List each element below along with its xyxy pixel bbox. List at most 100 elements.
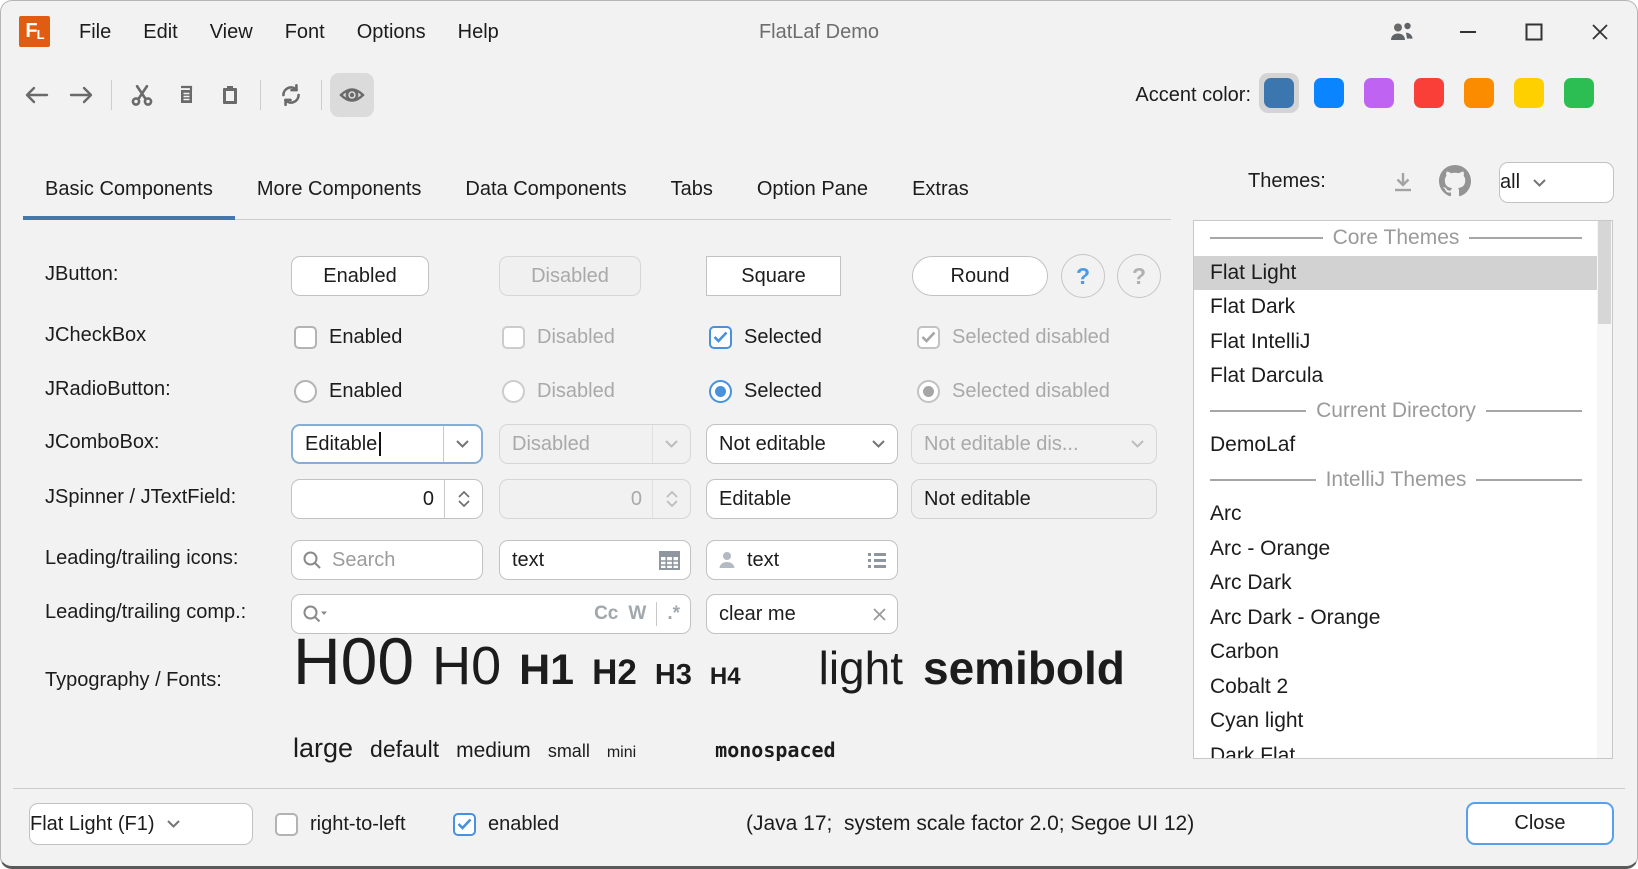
combobox-editable[interactable]: Editable (291, 424, 483, 464)
tab-tabs[interactable]: Tabs (649, 159, 735, 219)
accent-swatch-color[interactable] (1514, 78, 1544, 108)
checkbox-box[interactable] (294, 326, 317, 349)
tab-basic-components[interactable]: Basic Components (23, 159, 235, 219)
round-button[interactable]: Round (912, 256, 1048, 296)
menu-file[interactable]: File (63, 21, 127, 44)
theme-group-intellij-themes: IntelliJ Themes (1194, 463, 1598, 498)
theme-item-cobalt-2[interactable]: Cobalt 2 (1194, 670, 1598, 705)
users-icon[interactable] (1369, 1, 1435, 63)
accent-swatch-color[interactable] (1564, 78, 1594, 108)
chevron-down-icon[interactable] (859, 425, 897, 463)
search-field[interactable]: Search (291, 540, 483, 580)
size-default: default (370, 736, 439, 763)
menu-help[interactable]: Help (442, 21, 515, 44)
github-icon[interactable] (1437, 163, 1473, 199)
theme-item-carbon[interactable]: Carbon (1194, 635, 1598, 670)
textfield-editable[interactable]: Editable (706, 479, 898, 519)
accent-swatch-color[interactable] (1264, 78, 1294, 108)
refresh-icon[interactable] (269, 73, 313, 117)
close-window-button[interactable] (1567, 1, 1633, 63)
minimize-button[interactable] (1435, 1, 1501, 63)
accent-swatch-3[interactable] (1409, 73, 1449, 113)
show-hidden-eye-toggle[interactable] (330, 73, 374, 117)
app-logo-icon: FL (19, 16, 50, 47)
menu-font[interactable]: Font (269, 21, 341, 44)
checkbox-box[interactable] (275, 813, 298, 836)
accent-swatch-5[interactable] (1509, 73, 1549, 113)
jbutton-label: JButton: (45, 263, 118, 286)
radio-circle (917, 380, 940, 403)
checkbox-disabled: Disabled (502, 324, 615, 350)
accent-swatch-2[interactable] (1359, 73, 1399, 113)
search-dropdown-icon[interactable] (302, 604, 328, 624)
theme-item-flat-intellij[interactable]: Flat IntelliJ (1194, 325, 1598, 360)
accent-swatch-4[interactable] (1459, 73, 1499, 113)
radio-circle[interactable] (709, 380, 732, 403)
back-button[interactable] (15, 73, 59, 117)
scrollbar-thumb[interactable] (1598, 221, 1611, 324)
forward-button[interactable] (59, 73, 103, 117)
themes-scrollbar[interactable] (1597, 221, 1612, 758)
enabled-checkbox[interactable]: enabled (453, 811, 559, 837)
radio-enabled[interactable]: Enabled (294, 378, 402, 404)
radio-selected[interactable]: Selected (709, 378, 822, 404)
maximize-button[interactable] (1501, 1, 1567, 63)
checkbox-box[interactable] (709, 326, 732, 349)
chevron-down-icon[interactable] (1520, 163, 1558, 202)
download-icon[interactable] (1386, 165, 1420, 199)
theme-item-flat-darcula[interactable]: Flat Darcula (1194, 359, 1598, 394)
theme-item-arc-dark-orange[interactable]: Arc Dark - Orange (1194, 601, 1598, 636)
enabled-button[interactable]: Enabled (291, 256, 429, 296)
themes-filter-combobox[interactable]: all (1499, 162, 1614, 203)
accent-swatch-color[interactable] (1314, 78, 1344, 108)
tab-more-components[interactable]: More Components (235, 159, 444, 219)
table-calendar-icon[interactable] (659, 551, 680, 570)
tab-option-pane[interactable]: Option Pane (735, 159, 890, 219)
spinner-arrows[interactable] (444, 480, 482, 518)
text-field-calendar[interactable]: text (499, 540, 691, 580)
chevron-down-icon[interactable] (154, 804, 192, 844)
theme-item-demolaf[interactable]: DemoLaf (1194, 428, 1598, 463)
checkbox-selected[interactable]: Selected (709, 324, 822, 350)
paste-icon[interactable] (208, 73, 252, 117)
theme-item-flat-light[interactable]: Flat Light (1194, 256, 1598, 291)
accent-swatch-color[interactable] (1464, 78, 1494, 108)
cut-icon[interactable] (120, 73, 164, 117)
accent-swatch-color[interactable] (1364, 78, 1394, 108)
copy-icon[interactable] (164, 73, 208, 117)
close-button[interactable]: Close (1466, 802, 1614, 845)
tab-extras[interactable]: Extras (890, 159, 991, 219)
match-case-toggle[interactable]: Cc (594, 603, 618, 625)
chevron-down-icon[interactable] (443, 426, 481, 462)
whole-words-toggle[interactable]: W (628, 603, 646, 625)
combobox-noneditable[interactable]: Not editable (706, 424, 898, 464)
toolbar (15, 71, 374, 119)
menu-view[interactable]: View (194, 21, 269, 44)
accent-swatch-6[interactable] (1559, 73, 1599, 113)
theme-item-dark-flat[interactable]: Dark Flat (1194, 739, 1598, 760)
square-button[interactable]: Square (706, 256, 841, 296)
accent-swatch-0[interactable] (1259, 73, 1299, 113)
theme-item-cyan-light[interactable]: Cyan light (1194, 704, 1598, 739)
theme-item-arc-dark[interactable]: Arc Dark (1194, 566, 1598, 601)
tab-data-components[interactable]: Data Components (443, 159, 648, 219)
regex-toggle[interactable]: .* (667, 603, 680, 625)
text-field-user[interactable]: text (706, 540, 898, 580)
menu-edit[interactable]: Edit (127, 21, 193, 44)
help-button[interactable]: ? (1061, 254, 1105, 298)
radio-circle[interactable] (294, 380, 317, 403)
clear-x-icon[interactable] (872, 607, 887, 622)
rtl-checkbox[interactable]: right-to-left (275, 811, 406, 837)
heading-h1: H1 (519, 646, 574, 695)
theme-item-arc-orange[interactable]: Arc - Orange (1194, 532, 1598, 567)
accent-swatch-1[interactable] (1309, 73, 1349, 113)
list-menu-icon[interactable] (867, 552, 887, 569)
theme-item-arc[interactable]: Arc (1194, 497, 1598, 532)
menu-options[interactable]: Options (341, 21, 442, 44)
laf-selector-combobox[interactable]: Flat Light (F1) (29, 803, 253, 845)
accent-swatch-color[interactable] (1414, 78, 1444, 108)
checkbox-enabled[interactable]: Enabled (294, 324, 402, 350)
spinner[interactable]: 0 (291, 479, 483, 519)
checkbox-box[interactable] (453, 813, 476, 836)
theme-item-flat-dark[interactable]: Flat Dark (1194, 290, 1598, 325)
